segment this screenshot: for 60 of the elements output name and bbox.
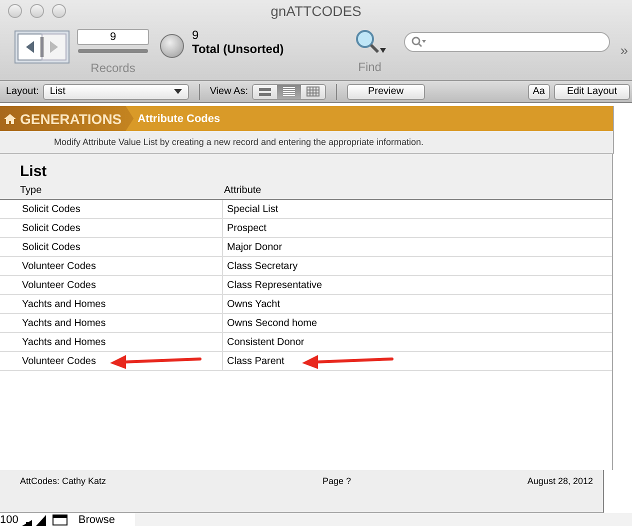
zoom-button[interactable] [52, 4, 66, 18]
table-cell: Volunteer Codes [22, 356, 96, 366]
table-cell: Yachts and Homes [22, 318, 106, 328]
record-status-pie-icon [160, 34, 184, 58]
table-cell: Owns Second home [227, 318, 318, 328]
home-icon [4, 112, 16, 124]
record-slider[interactable] [78, 49, 148, 53]
table-cell: Consistent Donor [227, 336, 304, 348]
zoom-level[interactable]: 100 [0, 514, 20, 526]
mode-label: Browse [78, 514, 116, 526]
search-icon [410, 36, 427, 48]
instructions-text: Modify Attribute Value List by creating a new record and entering the appropriate information. [54, 137, 424, 147]
record-number-field[interactable]: 9 [77, 29, 149, 45]
table-cell: Prospect [227, 222, 266, 234]
text-format-button[interactable]: Aa [528, 84, 550, 100]
table-cell: Owns Yacht [227, 298, 280, 310]
view-mode-selector[interactable] [252, 84, 326, 100]
caret-icon [174, 89, 182, 94]
table-cell: Class Parent [227, 356, 284, 366]
table-cell: Class Secretary [227, 260, 298, 272]
edit-layout-button[interactable]: Edit Layout [554, 84, 630, 100]
table-cell: Special List [227, 204, 278, 214]
window-title: gnATTCODES [270, 3, 362, 19]
footer-text: AttCodes: Cathy Katz [20, 476, 106, 486]
list-view-icon [282, 86, 296, 97]
overflow-button[interactable]: » [620, 42, 628, 58]
table-cell: Yachts and Homes [22, 336, 106, 348]
find-label: Find [358, 60, 382, 74]
layout-label: Layout: [6, 86, 39, 97]
view-as-label: View As: [210, 86, 248, 97]
section-title: Attribute Codes [138, 112, 220, 124]
record-navigator-icon[interactable] [14, 30, 70, 64]
layout-dropdown[interactable]: List [42, 84, 189, 100]
table-cell: Volunteer Codes [22, 280, 96, 290]
preview-button[interactable]: Preview [346, 84, 425, 100]
table-cell: Solicit Codes [22, 204, 80, 214]
table-cell: Major Donor [227, 242, 282, 252]
table-view-icon [306, 86, 320, 97]
minimize-button[interactable] [30, 4, 44, 18]
close-button[interactable] [8, 4, 22, 18]
form-view-icon [258, 86, 272, 97]
list-title: List [20, 162, 48, 182]
table-cell: Class Representative [227, 280, 322, 290]
record-count: 9 [192, 28, 200, 42]
records-label: Records [90, 61, 136, 75]
table-cell: Solicit Codes [22, 242, 80, 252]
table-cell: Solicit Codes [22, 222, 80, 234]
view-as-list-button[interactable] [276, 84, 301, 98]
view-as-form-button[interactable] [252, 84, 277, 98]
table-cell: Volunteer Codes [22, 260, 96, 272]
toolbar-toggle-icon[interactable] [52, 514, 68, 526]
search-field[interactable] [404, 32, 610, 52]
sort-status: Total (Unsorted) [192, 42, 284, 56]
table-cell: Yachts and Homes [22, 298, 106, 310]
brand-banner: GENERATIONS [0, 106, 134, 131]
column-header: Type [20, 185, 43, 196]
page-number: Page ? [322, 476, 351, 486]
view-as-table-button[interactable] [300, 84, 325, 98]
footer-date: August 28, 2012 [527, 476, 593, 486]
column-header: Attribute [224, 185, 262, 196]
